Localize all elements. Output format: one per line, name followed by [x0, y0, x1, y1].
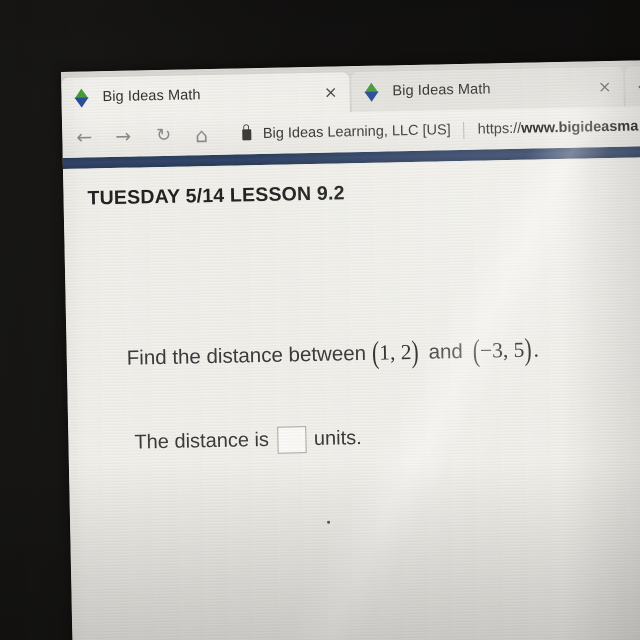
question-prefix: Find the distance between [126, 341, 367, 370]
address-bar-url[interactable]: https://www.bigideasma [478, 118, 639, 137]
answer-line: The distance is units. [134, 425, 362, 457]
browser-tab-3[interactable] [625, 65, 640, 107]
url-host: www.bigideasma [521, 118, 639, 137]
paren-close-b: ) [524, 331, 532, 367]
coordinate-point-b: (−3, 5) [472, 332, 531, 368]
bigideas-diamond-icon [361, 82, 380, 102]
page-title: TUESDAY 5/14 LESSON 9.2 [87, 182, 345, 210]
home-icon[interactable]: ⌂ [195, 123, 208, 147]
coordinate-a-values: 1, 2 [378, 340, 412, 365]
browser-window: Big Ideas Math × Big Ideas Math × ← → ↻ … [61, 59, 640, 640]
answer-prefix: The distance is [134, 428, 270, 454]
paren-open-b: ( [472, 333, 481, 368]
paren-open-a: ( [371, 335, 380, 370]
url-scheme: https:// [477, 120, 522, 138]
tab-close-1[interactable]: × [324, 82, 338, 101]
question-period: . [533, 337, 540, 362]
tab-title-1: Big Ideas Math [102, 87, 201, 106]
answer-input[interactable] [276, 426, 307, 454]
tab-title-2: Big Ideas Math [392, 81, 491, 100]
site-identity-label: Big Ideas Learning, LLC [US] [262, 122, 451, 142]
bigideas-diamond-icon [71, 87, 90, 108]
question-text: Find the distance between (1, 2) and (−3… [126, 332, 546, 370]
tab-close-2[interactable]: × [598, 77, 612, 96]
monitor-photo: Big Ideas Math × Big Ideas Math × ← → ↻ … [0, 0, 640, 640]
coordinate-b-values: −3, 5 [479, 337, 525, 363]
screen-speck [327, 520, 331, 524]
bigideas-diamond-icon [635, 76, 640, 96]
forward-icon[interactable]: → [115, 125, 131, 147]
paren-close-a: ) [411, 334, 419, 370]
url-separator [463, 121, 465, 139]
question-conjunction: and [428, 339, 464, 364]
browser-tab-2[interactable]: Big Ideas Math × [351, 66, 624, 113]
browser-tab-1[interactable]: Big Ideas Math × [61, 72, 350, 118]
answer-suffix: units. [313, 427, 362, 450]
lock-icon [241, 128, 252, 140]
coordinate-point-a: (1, 2) [372, 334, 419, 370]
reload-icon[interactable]: ↻ [156, 125, 172, 146]
back-icon[interactable]: ← [76, 126, 92, 148]
page-content: TUESDAY 5/14 LESSON 9.2 Find the distanc… [62, 156, 640, 640]
